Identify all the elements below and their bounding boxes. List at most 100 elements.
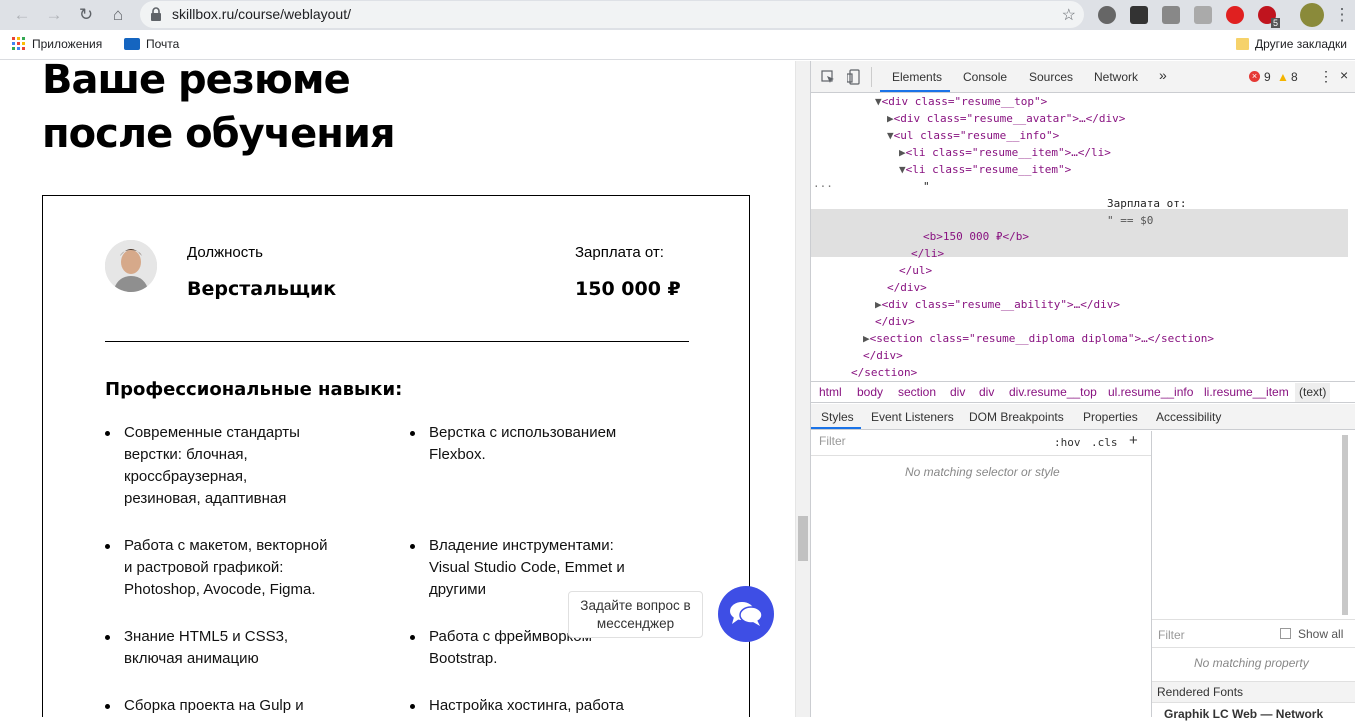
selected-text-node[interactable]: Зарплата от: [1107,195,1186,212]
selected-node-highlight [811,209,1348,257]
chat-tooltip-line2: мессенджер [596,616,675,631]
crumb-div-2[interactable]: div [979,385,994,399]
reload-icon[interactable]: ↻ [74,3,98,27]
more-tabs-icon[interactable]: » [1159,67,1167,83]
crumb-section[interactable]: section [898,385,936,399]
computed-scrollbar[interactable] [1342,435,1348,615]
subtab-styles[interactable]: Styles [821,410,854,424]
divider [1152,619,1355,620]
dom-node-text: </ul> [899,264,933,277]
cls-toggle[interactable]: .cls [1091,436,1118,449]
divider [1152,647,1355,648]
skill-item: Верстка с использованием Flexbox. [410,422,669,466]
dom-node[interactable]: </div> [875,313,915,330]
dom-node[interactable]: </li> [911,245,944,262]
subtab-accessibility[interactable]: Accessibility [1156,410,1221,424]
tab-elements[interactable]: Elements [892,70,942,84]
dom-node-text: </div> [863,349,903,362]
warning-count[interactable]: 8 [1291,70,1298,84]
close-devtools-icon[interactable]: × [1340,67,1348,83]
forward-icon[interactable]: → [42,3,66,27]
person-photo [105,240,157,292]
computed-filter-input[interactable]: Filter [1158,628,1185,642]
skill-item: Знание HTML5 и CSS3, включая анимацию [105,626,364,670]
skills-title: Профессиональные навыки: [105,379,403,400]
error-icon[interactable]: × [1249,71,1260,82]
skill-item: Работа с макетом, векторной и растровой … [105,535,364,601]
dom-node[interactable]: </section> [851,364,917,381]
selected-text-eq: " == $0 [1107,214,1154,227]
address-bar[interactable]: skillbox.ru/course/weblayout/ ☆ [140,1,1084,28]
error-count[interactable]: 9 [1264,70,1271,84]
skill-line: кроссбраузерная, [124,468,248,485]
crumb-resume-top[interactable]: div.resume__top [1009,385,1097,399]
ext-badge: 5 [1270,18,1280,28]
scrollbar-thumb[interactable] [798,516,808,561]
profile-avatar[interactable] [1300,3,1324,27]
crumb-resume-item[interactable]: li.resume__item [1204,385,1289,399]
bookmark-mail[interactable]: Почта [124,37,179,51]
styles-pane: Filter :hov .cls + No matching selector … [811,431,1151,717]
dom-node[interactable]: ▼<div class="resume__top"> [875,93,1047,110]
crumb-body[interactable]: body [857,385,883,399]
extension-cube-icon[interactable] [1130,6,1148,24]
selected-text-quote[interactable]: " [923,178,930,195]
home-icon[interactable]: ⌂ [106,3,130,27]
dom-node[interactable]: ▶<section class="resume__diploma diploma… [863,330,1214,347]
dom-node[interactable]: </div> [863,347,903,364]
extension-shield-icon[interactable] [1162,6,1180,24]
url-text: skillbox.ru/course/weblayout/ [172,6,351,22]
page-scrollbar[interactable] [795,61,810,717]
dom-node[interactable]: ▶<li class="resume__item">…</li> [899,144,1111,161]
avatar [105,240,157,292]
opera-icon[interactable] [1226,6,1244,24]
subtab-properties[interactable]: Properties [1083,410,1138,424]
bookmarks-bar: Приложения Почта Другие закладки [0,30,1355,60]
new-rule-icon[interactable]: + [1129,432,1138,449]
rendered-fonts-header[interactable]: Rendered Fonts [1152,681,1355,703]
tab-console[interactable]: Console [963,70,1007,84]
settings-kebab-icon[interactable]: ⋮ [1319,68,1333,85]
inspect-icon[interactable] [821,70,835,84]
dom-node[interactable]: ▼<li class="resume__item"> [899,161,1071,178]
skill-line: Visual Studio Code, Emmet и [429,559,625,576]
bookmark-star-icon[interactable]: ☆ [1062,5,1076,25]
dom-node[interactable]: ▶<div class="resume__avatar">…</div> [887,110,1125,127]
bookmark-apps[interactable]: Приложения [12,37,102,51]
bookmark-other[interactable]: Другие закладки [1236,37,1347,51]
warning-icon[interactable]: ▲ [1277,70,1289,84]
show-all-checkbox[interactable] [1280,628,1291,639]
tab-network[interactable]: Network [1094,70,1138,84]
divider [105,341,689,342]
extension-gear-icon[interactable] [1098,6,1116,24]
crumb-resume-info[interactable]: ul.resume__info [1108,385,1193,399]
dom-node[interactable]: </ul> [899,262,932,279]
dom-ellipsis[interactable]: ··· [813,178,833,195]
menu-kebab-icon[interactable]: ⋮ [1330,3,1354,27]
dom-node[interactable]: ▼<ul class="resume__info"> [887,127,1059,144]
tab-sources[interactable]: Sources [1029,70,1073,84]
crumb-html[interactable]: html [819,385,842,399]
crumb-div-1[interactable]: div [950,385,965,399]
computed-pane: Filter Show all No matching property Ren… [1151,431,1355,721]
back-icon[interactable]: ← [10,3,34,27]
skill-line: Photoshop, Avocode, Figma. [124,581,316,598]
hov-toggle[interactable]: :hov [1054,436,1081,449]
crumb-text[interactable]: (text) [1295,383,1331,402]
device-toggle-icon[interactable] [847,69,861,85]
styles-subtabs: Styles Event Listeners DOM Breakpoints P… [811,404,1355,430]
extension-image-icon[interactable] [1194,6,1212,24]
chat-button[interactable] [718,586,774,642]
chat-tooltip[interactable]: Задайте вопрос в мессенджер [568,591,703,638]
subtab-event-listeners[interactable]: Event Listeners [871,410,954,424]
browser-toolbar: ← → ↻ ⌂ skillbox.ru/course/weblayout/ ☆ … [0,0,1355,30]
dom-node[interactable]: ▶<div class="resume__ability">…</div> [875,296,1120,313]
dom-node[interactable]: </div> [887,279,927,296]
dom-node[interactable]: <b>150 000 ₽</b> [923,228,1029,245]
dom-node-text: <li class="resume__item"> [905,163,1072,176]
styles-filter-input[interactable]: Filter [815,434,1045,452]
dom-node-text: <section class="resume__diploma diploma"… [869,332,1214,345]
adblock-icon[interactable]: 5 [1258,6,1280,28]
subtab-dom-breakpoints[interactable]: DOM Breakpoints [969,410,1064,424]
page-viewport: Ваше резюме после обучения Должность Вер… [0,61,795,717]
